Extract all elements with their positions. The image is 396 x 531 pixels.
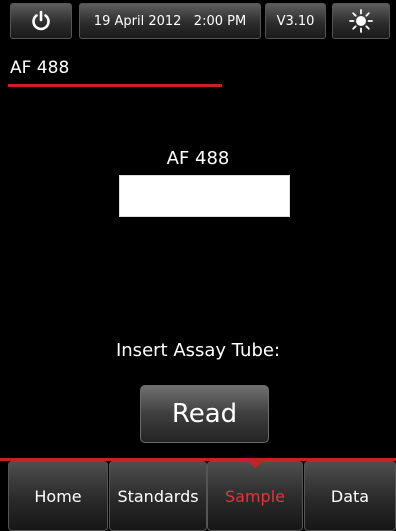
brightness-button[interactable] (332, 3, 390, 39)
sample-name-label: AF 488 (166, 148, 230, 169)
result-value-field (119, 175, 290, 217)
page-title: AF 488 (10, 58, 70, 78)
nav-sample-label: Sample (225, 486, 285, 506)
datetime-text: 19 April 2012 2:00 PM (93, 13, 247, 29)
nav-sample-button[interactable]: Sample (207, 461, 303, 531)
power-button[interactable] (10, 3, 72, 39)
nav-home-button[interactable]: Home (8, 461, 108, 531)
bottom-nav: Home Standards Sample Data (0, 461, 396, 531)
power-icon (30, 10, 52, 32)
nav-data-button[interactable]: Data (304, 461, 396, 531)
nav-home-label: Home (34, 486, 82, 506)
sun-icon (349, 9, 373, 33)
nav-standards-button[interactable]: Standards (109, 461, 207, 531)
top-bar: 19 April 2012 2:00 PM V3.10 (0, 0, 396, 42)
nav-data-label: Data (330, 486, 370, 506)
read-button[interactable]: Read (140, 385, 269, 443)
header-underline (8, 84, 222, 87)
version-button[interactable]: V3.10 (265, 3, 326, 39)
nav-standards-label: Standards (117, 486, 199, 506)
active-tab-indicator (245, 459, 265, 468)
datetime-display[interactable]: 19 April 2012 2:00 PM (79, 3, 261, 39)
read-button-label: Read (171, 399, 238, 429)
insert-tube-prompt: Insert Assay Tube: (115, 340, 281, 361)
version-text: V3.10 (276, 13, 315, 29)
